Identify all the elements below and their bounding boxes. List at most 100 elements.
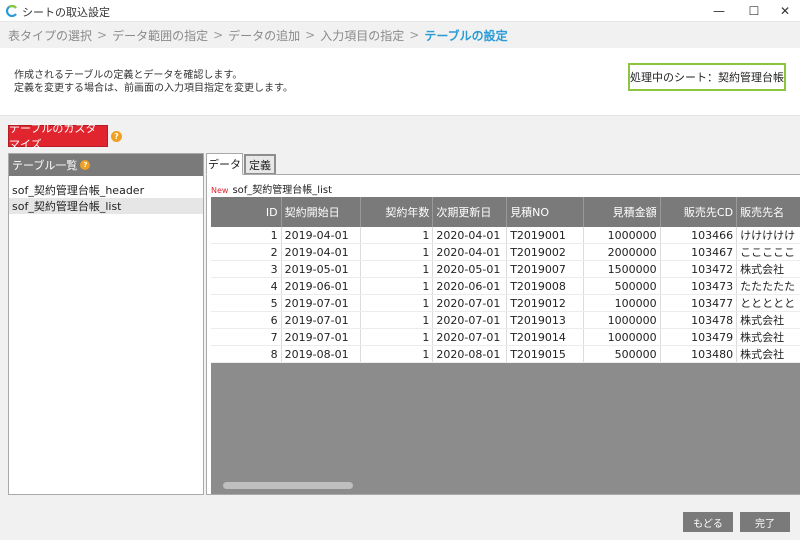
table-cell: T2019015 (506, 345, 585, 363)
table-name: sof_契約管理台帳_list (232, 185, 332, 196)
column-header[interactable]: 契約年数 (360, 197, 434, 227)
table-cell: 2019-07-01 (281, 311, 362, 329)
table-cell: T2019013 (506, 311, 585, 329)
column-header[interactable]: 販売先名 (736, 197, 800, 227)
minimize-icon[interactable]: — (702, 0, 736, 22)
table-row[interactable]: 4 2019-06-01 1 2020-06-01 T2019008 50000… (211, 277, 800, 295)
table-row[interactable]: 1 2019-04-01 1 2020-04-01 T2019001 10000… (211, 227, 800, 244)
breadcrumb: 表タイプの選択 > データ範囲の指定 > データの追加 > 入力項目の指定 > … (0, 22, 800, 48)
table-cell: 2020-07-01 (432, 328, 508, 346)
table-name-label: New sof_契約管理台帳_list (211, 181, 332, 196)
back-button[interactable]: もどる (683, 512, 733, 532)
breadcrumb-separator: > (305, 28, 316, 42)
current-sheet-indicator: 処理中のシート：契約管理台帳 (628, 63, 786, 91)
table-list: sof_契約管理台帳_header sof_契約管理台帳_list (9, 176, 203, 214)
table-cell: 1 (360, 294, 434, 312)
column-header[interactable]: 見積NO (506, 197, 585, 227)
table-detail-panel: データ 定義 New sof_契約管理台帳_list ID 契約開始日 契約年数 … (206, 153, 800, 495)
table-cell: 2020-07-01 (432, 311, 508, 329)
table-cell: 2000000 (583, 243, 661, 261)
table-cell: 2019-06-01 (281, 277, 362, 295)
table-cell: 株式会社 (736, 345, 800, 363)
breadcrumb-separator: > (213, 28, 224, 42)
tab-data[interactable]: データ (206, 153, 243, 175)
table-row[interactable]: 5 2019-07-01 1 2020-07-01 T2019012 10000… (211, 294, 800, 312)
header-row: ID 契約開始日 契約年数 次期更新日 見積NO 見積金額 販売先CD 販売先名 (211, 197, 800, 227)
table-cell: 1 (360, 345, 434, 363)
table-cell: 7 (211, 328, 282, 346)
table-cell: 1 (360, 277, 434, 295)
table-cell: けけけけけ (736, 227, 800, 244)
table-cell: 103479 (660, 328, 738, 346)
column-header[interactable]: 契約開始日 (281, 197, 362, 227)
table-cell: 103480 (660, 345, 738, 363)
table-cell: 1 (360, 243, 434, 261)
table-cell: 5 (211, 294, 282, 312)
table-row[interactable]: 2 2019-04-01 1 2020-04-01 T2019002 20000… (211, 243, 800, 261)
table-cell: 1000000 (583, 227, 661, 244)
table-cell: 1500000 (583, 260, 661, 278)
table-cell: 2019-07-01 (281, 328, 362, 346)
list-item[interactable]: sof_契約管理台帳_header (9, 182, 203, 198)
horizontal-scrollbar[interactable] (223, 482, 353, 489)
table-cell: 2 (211, 243, 282, 261)
table-row[interactable]: 8 2019-08-01 1 2020-08-01 T2019015 50000… (211, 345, 800, 363)
table-cell: 2019-05-01 (281, 260, 362, 278)
list-item-selected[interactable]: sof_契約管理台帳_list (9, 198, 203, 214)
table-cell: 2020-07-01 (432, 294, 508, 312)
table-cell: T2019002 (506, 243, 585, 261)
table-cell: T2019007 (506, 260, 585, 278)
help-icon[interactable]: ? (80, 160, 91, 170)
table-cell: 103467 (660, 243, 738, 261)
table-cell: T2019014 (506, 328, 585, 346)
table-cell: たたたたた (736, 277, 800, 295)
data-grid[interactable]: ID 契約開始日 契約年数 次期更新日 見積NO 見積金額 販売先CD 販売先名 (211, 197, 800, 494)
help-icon[interactable]: ? (111, 131, 122, 142)
breadcrumb-step-table-type: 表タイプの選択 (8, 28, 93, 43)
table-cell: 500000 (583, 345, 661, 363)
table-list-panel: テーブル一覧 ? sof_契約管理台帳_header sof_契約管理台帳_li… (8, 153, 204, 495)
column-header[interactable]: 見積金額 (583, 197, 661, 227)
table-cell: 2019-04-01 (281, 243, 362, 261)
table-cell: 100000 (583, 294, 661, 312)
column-header[interactable]: 次期更新日 (432, 197, 508, 227)
table-cell: T2019008 (506, 277, 585, 295)
customize-table-button[interactable]: テーブルのカスタマイズ (8, 122, 108, 151)
title-bar: シートの取込設定 — ☐ ✕ (0, 0, 800, 22)
table-cell: 株式会社 (736, 328, 800, 346)
column-header[interactable]: 販売先CD (660, 197, 738, 227)
table-cell: 1 (360, 227, 434, 244)
table-cell: 6 (211, 311, 282, 329)
maximize-icon[interactable]: ☐ (737, 0, 771, 22)
new-badge: New (211, 186, 229, 195)
table-row[interactable]: 7 2019-07-01 1 2020-07-01 T2019014 10000… (211, 328, 800, 346)
main-area: テーブルのカスタマイズ ? テーブル一覧 ? sof_契約管理台帳_header… (0, 116, 800, 540)
table-cell: 2020-04-01 (432, 227, 508, 244)
table-list-title: テーブル一覧 (12, 159, 78, 172)
table-cell: 1 (360, 311, 434, 329)
table-cell: 2020-04-01 (432, 243, 508, 261)
table-cell: 2019-08-01 (281, 345, 362, 363)
table-cell: ととととと (736, 294, 800, 312)
breadcrumb-step-input-fields: 入力項目の指定 (320, 28, 405, 43)
tab-definition[interactable]: 定義 (244, 154, 276, 175)
app-logo-icon (6, 5, 17, 17)
table-row[interactable]: 6 2019-07-01 1 2020-07-01 T2019013 10000… (211, 311, 800, 329)
table-cell: 2019-04-01 (281, 227, 362, 244)
table-cell: こここここ (736, 243, 800, 261)
window-title: シートの取込設定 (22, 6, 110, 19)
tab-content: New sof_契約管理台帳_list ID 契約開始日 契約年数 次期更新日 見… (206, 174, 800, 495)
breadcrumb-step-data-range: データ範囲の指定 (112, 28, 209, 43)
breadcrumb-step-table-settings: テーブルの設定 (424, 28, 508, 43)
table-cell: 1000000 (583, 328, 661, 346)
table-cell: 103472 (660, 260, 738, 278)
table-cell: 2019-07-01 (281, 294, 362, 312)
column-header[interactable]: ID (211, 197, 282, 227)
close-icon[interactable]: ✕ (768, 0, 800, 22)
finish-button[interactable]: 完了 (740, 512, 790, 532)
table-cell: 103473 (660, 277, 738, 295)
data-table: ID 契約開始日 契約年数 次期更新日 見積NO 見積金額 販売先CD 販売先名 (211, 197, 800, 363)
table-cell: 株式会社 (736, 260, 800, 278)
table-row[interactable]: 3 2019-05-01 1 2020-05-01 T2019007 15000… (211, 260, 800, 278)
breadcrumb-separator: > (97, 28, 108, 42)
